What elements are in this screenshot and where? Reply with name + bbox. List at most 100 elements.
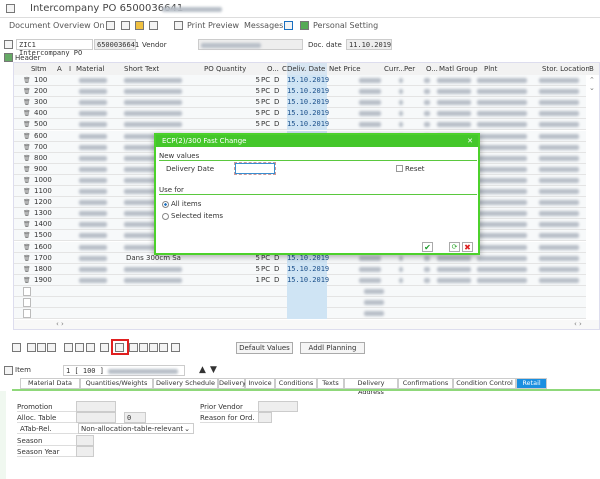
column-header[interactable]: Curr... [384,63,405,75]
trash-icon[interactable]: 🗑 [23,131,31,142]
tab-delivery[interactable]: Delivery [218,378,246,389]
tab-material-data[interactable]: Material Data [20,378,80,389]
prior-vendor-field[interactable] [258,401,298,412]
tab-confirmations[interactable]: Confirmations [398,378,453,389]
previous-item-icon[interactable]: ▲ [199,365,206,375]
delivery-date[interactable] [287,285,327,297]
delivery-date[interactable]: 15.10.2019 [287,97,329,109]
close-icon[interactable]: ✕ [467,135,473,147]
column-header[interactable]: Plnt [484,63,498,75]
tab-invoice[interactable]: Invoice [245,378,275,389]
print-preview-icon[interactable] [174,21,183,30]
trash-icon[interactable]: 🗑 [23,275,31,286]
delivery-date[interactable]: 15.10.2019 [287,75,329,86]
po-number-field[interactable]: 6500036641 [94,39,139,50]
table-row[interactable]: 🗑 300 5 PC D 15.10.2019 [14,97,586,109]
trash-icon[interactable]: 🗑 [23,230,31,241]
print-preview-button[interactable]: Print Preview [187,21,239,30]
alloc-table-field[interactable] [76,412,116,423]
table-row[interactable]: 🗑 1800 5 PC D 15.10.2019 [14,263,586,275]
column-header[interactable]: Matl Group [439,63,478,75]
delivery-date[interactable]: 15.10.2019 [287,119,329,131]
empty-table-row[interactable] [14,297,586,308]
details-icon[interactable] [12,343,21,352]
column-header[interactable]: A [57,63,62,75]
column-header[interactable]: B [589,63,594,75]
row-selector[interactable] [23,309,31,319]
atab-rel-select[interactable]: Non-allocation-table-relevant ⌄ [78,423,194,434]
tab-retail[interactable]: Retail [516,378,547,389]
help-icon[interactable] [284,21,293,30]
header-expand-icon[interactable] [4,53,13,62]
personal-setting-button[interactable]: Personal Setting [313,21,378,30]
table-row[interactable]: 🗑 500 5 PC D 15.10.2019 [14,119,586,131]
trash-icon[interactable]: 🗑 [23,242,31,253]
selected-items-radio[interactable] [162,213,169,220]
trash-icon[interactable]: 🗑 [23,153,31,164]
trash-icon[interactable]: 🗑 [23,197,31,208]
item-expand-icon[interactable] [4,366,13,375]
messages-button[interactable]: Messages [244,21,283,30]
doc-type-select[interactable]: ZIC1 Intercompany PO [16,39,93,57]
table-row[interactable]: 🗑 200 5 PC D 15.10.2019 [14,86,586,98]
lock-icon[interactable] [149,21,158,30]
horizontal-scrollbar[interactable]: ‹ › ‹ › [14,320,599,329]
select-all-icon[interactable] [27,343,36,352]
column-header[interactable]: Net Price [329,63,361,75]
row-selector[interactable] [23,298,31,307]
column-header[interactable]: Itm [35,63,47,75]
delivery-date[interactable]: 15.10.2019 [287,108,329,120]
display-change-icon[interactable] [121,21,130,30]
trash-icon[interactable]: 🗑 [23,108,31,119]
deselect-all-icon[interactable] [37,343,46,352]
tab-condition-control[interactable]: Condition Control [453,378,516,389]
trash-icon[interactable]: 🗑 [23,253,31,264]
copy-icon[interactable] [47,343,56,352]
new-document-icon[interactable] [106,21,115,30]
reset-checkbox[interactable] [396,165,403,172]
cancel-icon[interactable]: ✖ [462,242,473,252]
tab-texts[interactable]: Texts [317,378,344,389]
column-header[interactable]: Stor. Location [542,63,590,75]
promotion-field[interactable] [76,401,116,412]
filter-off-icon[interactable] [159,343,168,352]
tab-delivery-schedule[interactable]: Delivery Schedule [153,378,218,389]
all-items-radio[interactable] [162,201,169,208]
table-row[interactable]: 🗑 400 5 PC D 15.10.2019 [14,108,586,120]
tab-conditions[interactable]: Conditions [275,378,317,389]
delivery-date[interactable] [287,297,327,308]
vendor-field[interactable] [198,39,303,50]
delivery-date[interactable]: 15.10.2019 [287,274,329,286]
item-select[interactable]: 1 [ 100 ] [63,365,185,376]
other-po-icon[interactable] [135,21,144,30]
delete-icon[interactable] [64,343,73,352]
column-header[interactable]: O... [267,63,279,75]
column-header[interactable]: Short Text [124,63,160,75]
sort-desc-icon[interactable] [139,343,148,352]
lock-icon[interactable] [75,343,84,352]
table-row[interactable]: 🗑 100 5 PC D 15.10.2019 [14,75,586,86]
doc-date-field[interactable]: 11.10.2019 [346,39,392,50]
trash-icon[interactable]: 🗑 [23,219,31,230]
header-toggle[interactable]: Header [15,54,41,62]
document-overview-button[interactable]: Document Overview On [9,21,105,30]
sort-asc-icon[interactable] [129,343,138,352]
default-values-button[interactable]: Default Values [236,342,293,354]
trash-icon[interactable]: 🗑 [23,208,31,219]
trash-icon[interactable]: 🗑 [23,86,31,97]
trash-icon[interactable]: 🗑 [23,175,31,186]
empty-table-row[interactable] [14,308,586,320]
menu-icon[interactable] [6,4,15,13]
tab-quantities-weights[interactable]: Quantities/Weights [80,378,153,389]
column-header[interactable]: Per [404,63,416,75]
delivery-date-input[interactable] [234,162,276,175]
delivery-date[interactable]: 15.10.2019 [287,86,329,98]
table-row[interactable]: 🗑 1900 1 PC D 15.10.2019 [14,274,586,286]
column-header[interactable]: Material [76,63,105,75]
trash-icon[interactable]: 🗑 [23,142,31,153]
sum-icon[interactable] [171,343,180,352]
alloc-table-item-field[interactable]: 0 [124,412,146,423]
trash-icon[interactable]: 🗑 [23,186,31,197]
personal-setting-icon[interactable] [300,21,309,30]
delivery-date[interactable] [287,308,327,320]
